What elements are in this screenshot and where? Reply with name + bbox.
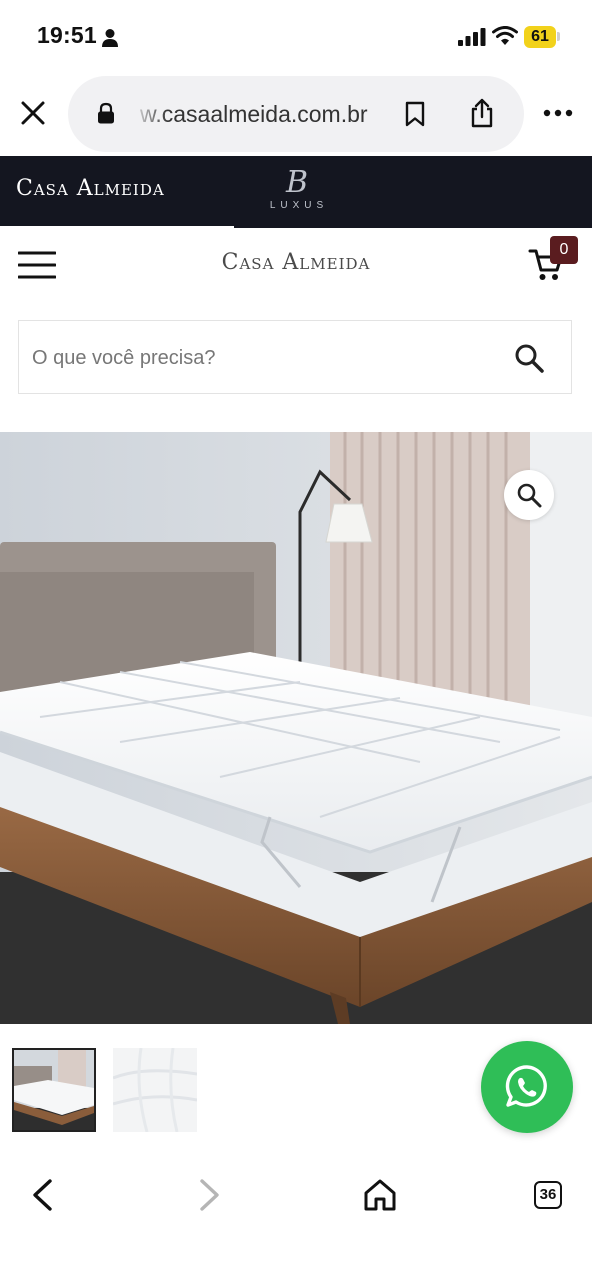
more-options-icon[interactable]	[543, 109, 573, 117]
home-icon[interactable]	[363, 1178, 397, 1212]
brand-tab-luxus[interactable]: B LUXUS	[262, 165, 332, 212]
thumbnail-detail[interactable]	[113, 1048, 197, 1132]
product-image[interactable]	[0, 432, 592, 1024]
back-icon[interactable]	[30, 1178, 54, 1212]
battery-indicator: 61	[524, 26, 556, 48]
site-logo[interactable]: Casa Almeida	[0, 250, 592, 275]
forward-icon[interactable]	[198, 1178, 222, 1212]
cellular-signal-icon	[458, 28, 486, 46]
brand-tab-active-indicator	[0, 226, 234, 229]
status-time: 19:51	[37, 22, 97, 48]
bookmark-icon[interactable]	[404, 101, 426, 127]
whatsapp-icon	[505, 1065, 547, 1107]
battery-tip	[557, 32, 560, 41]
lock-icon	[98, 102, 114, 124]
luxus-logo-word: LUXUS	[269, 200, 329, 211]
thumbnail-bed[interactable]	[12, 1048, 96, 1132]
url-text[interactable]: w.casaalmeida.com.br	[140, 101, 375, 128]
tabs-button[interactable]: 36	[534, 1181, 562, 1209]
cart-count-badge: 0	[550, 236, 578, 264]
close-icon[interactable]	[20, 100, 46, 126]
zoom-icon	[517, 483, 542, 508]
wifi-icon	[492, 26, 518, 45]
share-icon[interactable]	[469, 98, 495, 128]
search-icon[interactable]	[514, 343, 544, 373]
brand-tab-casa-almeida[interactable]: Casa Almeida	[16, 176, 165, 201]
search-input[interactable]	[32, 340, 472, 376]
luxus-logo-letter: B	[285, 165, 309, 200]
person-icon	[102, 29, 118, 47]
